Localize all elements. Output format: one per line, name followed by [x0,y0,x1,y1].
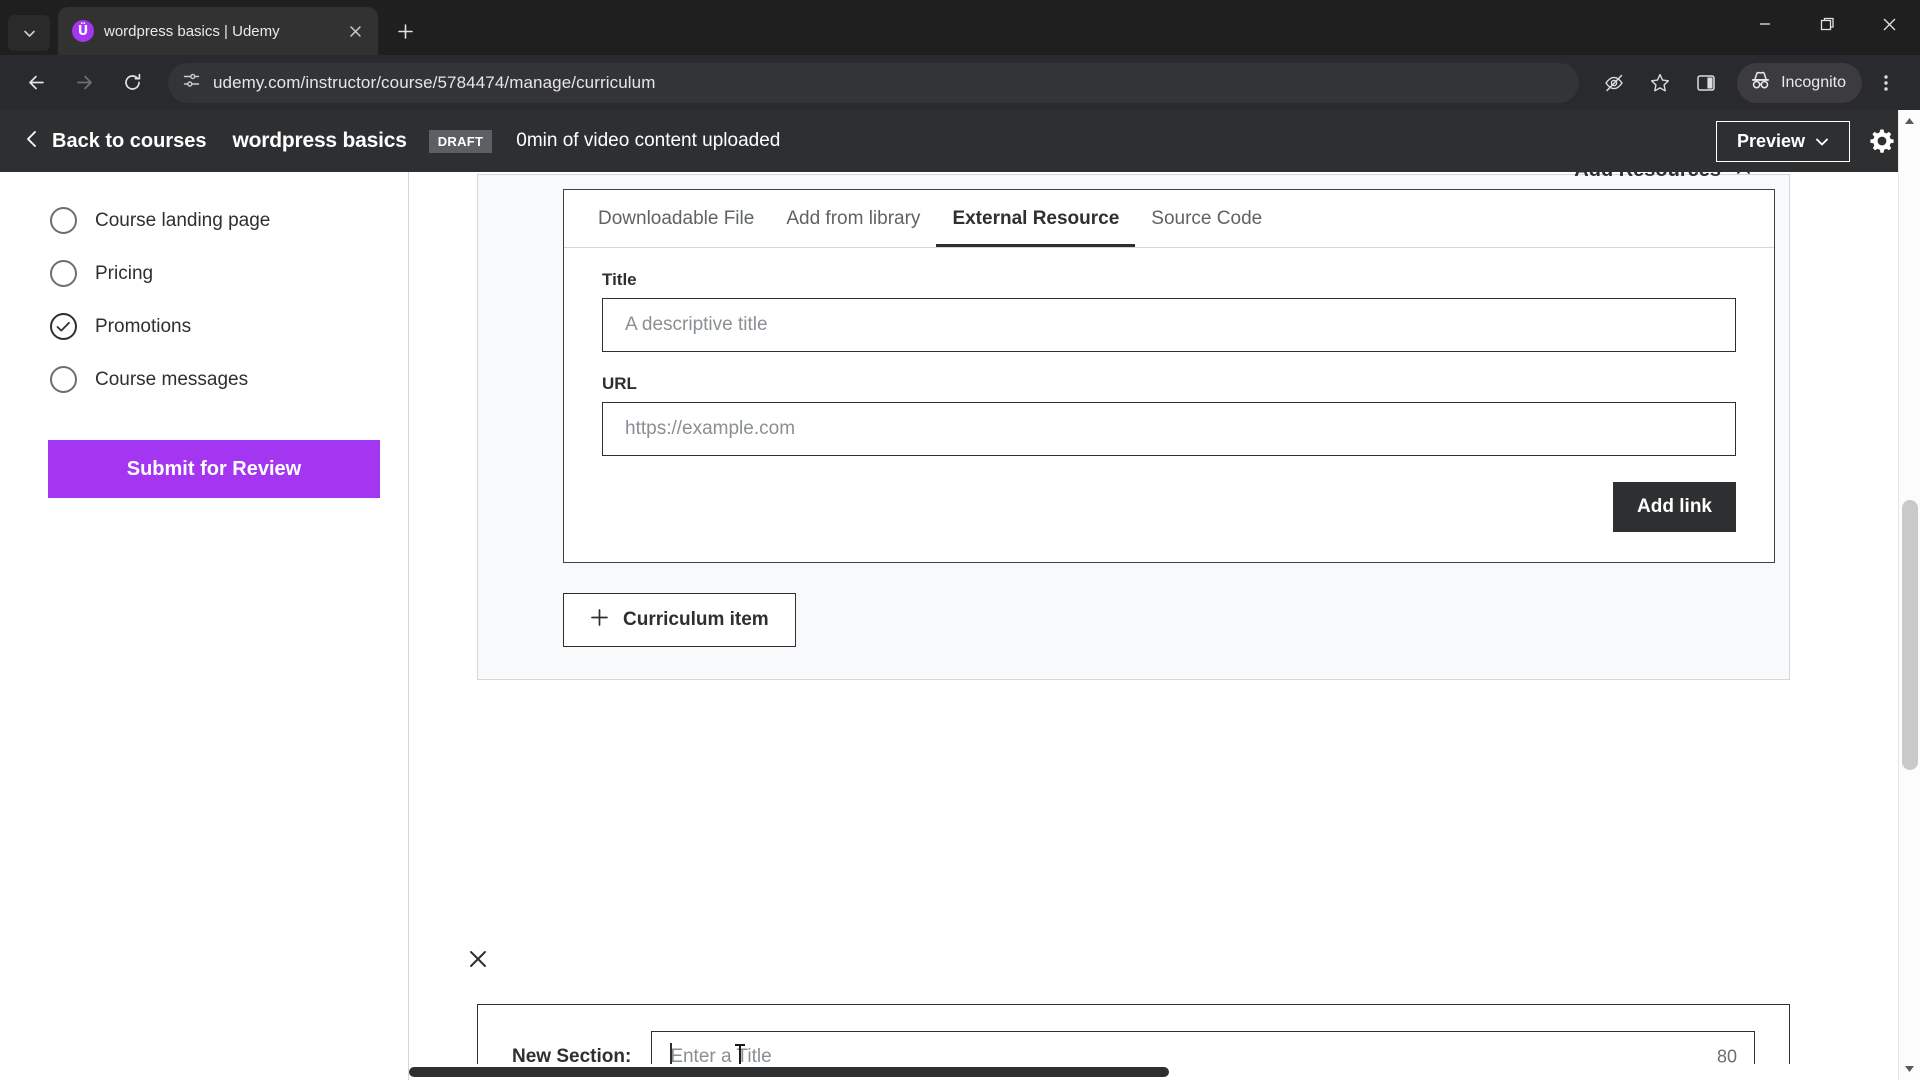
close-icon[interactable] [1858,0,1920,48]
upload-status-text: 0min of video content uploaded [516,130,781,151]
chevron-down-icon [1815,131,1829,152]
curriculum-main: Add Resources Downloadable File Add from… [409,172,1920,1080]
kebab-menu-icon[interactable] [1866,62,1906,104]
reload-icon[interactable] [110,61,154,105]
tab-title: wordpress basics | Udemy [104,22,280,40]
tab-downloadable-file[interactable]: Downloadable File [582,190,770,247]
triangle-up-icon[interactable] [1899,110,1920,132]
tab-external-resource[interactable]: External Resource [936,190,1136,247]
horizontal-scrollbar[interactable] [409,1064,1898,1080]
incognito-label: Incognito [1781,73,1846,91]
add-resources-header: Add Resources [1574,172,1752,182]
chevron-left-icon [24,129,40,153]
submit-for-review-button[interactable]: Submit for Review [48,440,380,498]
resource-type-tabs: Downloadable File Add from library Exter… [564,190,1774,248]
vertical-scrollbar-thumb[interactable] [1902,500,1918,770]
close-icon[interactable] [1735,172,1752,182]
browser-toolbar: udemy.com/instructor/course/5784474/mana… [0,55,1920,110]
site-settings-icon[interactable] [182,71,201,95]
horizontal-scrollbar-thumb[interactable] [409,1067,1169,1077]
external-resource-form: Title URL [564,248,1774,456]
step-circle-icon [50,207,77,234]
eye-slash-icon[interactable] [1593,62,1635,104]
status-badge: DRAFT [428,129,493,153]
back-to-courses-link[interactable]: Back to courses [24,129,207,153]
incognito-hat-icon [1749,69,1772,97]
gear-icon[interactable] [1864,123,1900,159]
maximize-icon[interactable] [1796,0,1858,48]
toolbar-icons: Incognito [1593,62,1906,104]
browser-window: Ü wordpress basics | Udemy udemy.com/ins… [0,0,1920,1080]
sidebar-item-label: Promotions [95,315,192,337]
sidebar-item-label: Pricing [95,262,154,284]
resource-url-input[interactable] [602,402,1736,456]
page-content: Back to courses wordpress basics DRAFT 0… [0,110,1920,1080]
new-tab-button[interactable] [388,14,422,48]
vertical-scrollbar[interactable] [1898,110,1920,1080]
sidebar-item-pricing[interactable]: Pricing [0,247,408,300]
course-sidebar: Course landing page Pricing Promotions C… [0,172,409,1080]
sidebar-item-promotions[interactable]: Promotions [0,300,408,353]
curriculum-lecture-card: Add Resources Downloadable File Add from… [477,172,1790,680]
add-curriculum-item-button[interactable]: Curriculum item [563,593,796,647]
step-check-icon [50,313,77,340]
close-icon[interactable] [342,18,368,44]
title-field-label: Title [602,270,637,289]
triangle-down-icon[interactable] [1899,1058,1920,1080]
page-title: wordpress basics [232,129,407,152]
sidebar-item-label: Course landing page [95,209,271,231]
dismiss-new-section-icon[interactable] [467,948,489,975]
window-controls [1734,0,1920,48]
resource-title-input[interactable] [602,298,1736,352]
sidebar-item-label: Course messages [95,368,249,390]
header-actions: Preview [1715,120,1900,162]
udemy-logo-icon: Ü [72,20,94,42]
sidebar-item-course-messages[interactable]: Course messages [0,353,408,406]
forward-arrow-icon[interactable] [62,61,106,105]
browser-titlebar: Ü wordpress basics | Udemy [0,0,1920,55]
address-bar-url: udemy.com/instructor/course/5784474/mana… [213,72,656,92]
plus-icon [590,608,609,632]
add-resources-panel: Add Resources Downloadable File Add from… [563,172,1775,563]
step-circle-icon [50,366,77,393]
tab-source-code[interactable]: Source Code [1135,190,1278,247]
tab-search-icon[interactable] [8,15,50,51]
step-circle-icon [50,260,77,287]
preview-button[interactable]: Preview [1715,120,1850,162]
star-icon[interactable] [1639,62,1681,104]
course-header: Back to courses wordpress basics DRAFT 0… [0,110,1920,172]
add-resources-title: Add Resources [1574,172,1721,182]
minimize-icon[interactable] [1734,0,1796,48]
browser-tab[interactable]: Ü wordpress basics | Udemy [58,7,378,55]
address-bar[interactable]: udemy.com/instructor/course/5784474/mana… [168,62,1580,103]
preview-label: Preview [1736,130,1805,151]
incognito-indicator[interactable]: Incognito [1737,62,1862,103]
add-link-button[interactable]: Add link [1613,482,1736,532]
add-curriculum-item-label: Curriculum item [623,609,769,630]
back-arrow-icon[interactable] [14,61,58,105]
tab-add-from-library[interactable]: Add from library [770,190,936,247]
course-body: Course landing page Pricing Promotions C… [0,172,1920,1080]
sidebar-item-course-landing-page[interactable]: Course landing page [0,194,408,247]
url-field-label: URL [602,374,637,393]
add-link-row: Add link [564,456,1774,562]
side-panel-icon[interactable] [1685,62,1727,104]
back-to-courses-label: Back to courses [52,129,207,152]
